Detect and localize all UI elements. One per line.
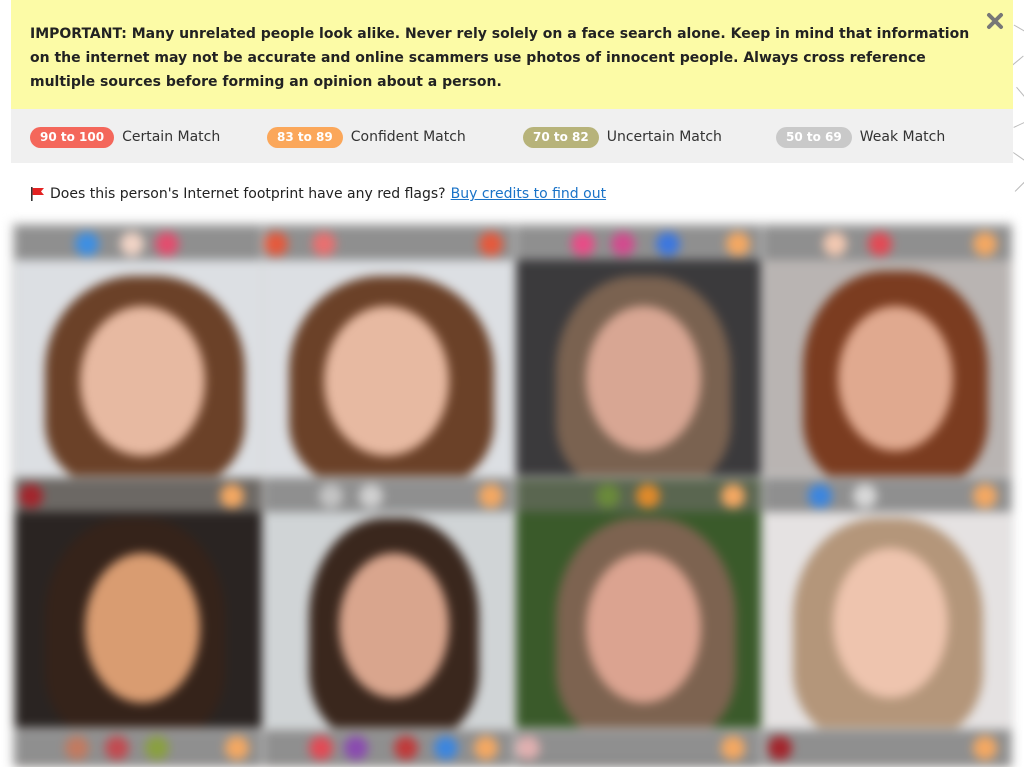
result-tile[interactable] [516,730,761,767]
result-tile[interactable] [763,730,1011,767]
result-tile[interactable] [15,730,262,767]
result-tile[interactable] [763,478,1011,728]
result-tile[interactable] [264,226,514,476]
match-score-legend: 90 to 100 Certain Match 83 to 89 Confide… [11,109,1013,163]
red-flags-prompt: Does this person's Internet footprint ha… [30,183,606,205]
legend-uncertain: 70 to 82 Uncertain Match [523,126,722,148]
close-icon[interactable] [984,10,1006,32]
score-badge: 70 to 82 [523,126,599,148]
buy-credits-link[interactable]: Buy credits to find out [451,186,606,202]
legend-label: Confident Match [350,129,466,145]
score-badge: 83 to 89 [267,126,343,148]
legend-label: Certain Match [122,129,221,145]
legend-label: Weak Match [859,129,946,145]
result-tile[interactable] [264,478,514,728]
legend-weak: 50 to 69 Weak Match [776,126,945,148]
result-tile[interactable] [15,478,262,728]
score-badge: 90 to 100 [30,126,115,148]
result-tile[interactable] [516,226,761,476]
result-tile[interactable] [516,478,761,728]
important-notice-banner: IMPORTANT: Many unrelated people look al… [11,0,1013,109]
red-flag-icon [31,187,44,201]
face-search-results-grid [11,222,1013,767]
legend-certain: 90 to 100 Certain Match [30,126,220,148]
notice-text: IMPORTANT: Many unrelated people look al… [30,26,970,90]
legend-label: Uncertain Match [606,129,722,145]
result-tile[interactable] [763,226,1011,476]
result-tile[interactable] [264,730,514,767]
score-badge: 50 to 69 [776,126,852,148]
legend-confident: 83 to 89 Confident Match [267,126,466,148]
decorative-edge-pattern [1013,0,1024,210]
red-flags-question: Does this person's Internet footprint ha… [50,186,446,202]
result-tile[interactable] [15,226,262,476]
